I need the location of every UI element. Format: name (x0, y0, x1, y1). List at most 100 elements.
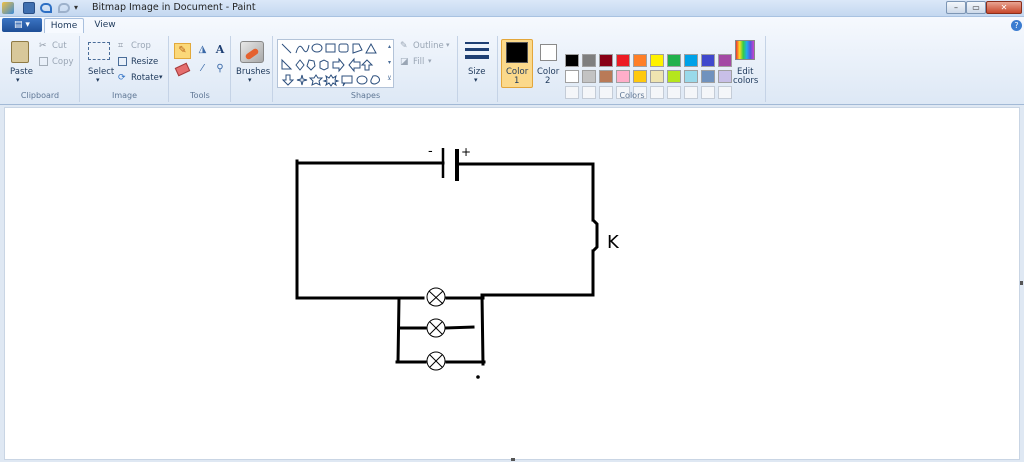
select-button-label[interactable]: Select (88, 67, 114, 77)
tools-group-label: Tools (190, 91, 210, 100)
copy-icon (39, 57, 48, 66)
color-swatch[interactable] (633, 54, 647, 67)
color-swatch[interactable] (684, 54, 698, 67)
edit-colors-label-2[interactable]: colors (733, 76, 758, 86)
canvas-resize-handle-right[interactable] (1020, 281, 1023, 285)
paint-menu-button[interactable]: ▤ ▾ (2, 18, 42, 32)
edit-colors-icon[interactable] (735, 40, 755, 60)
color-swatch[interactable] (650, 70, 664, 83)
colors-group-label: Colors (619, 91, 645, 100)
paste-button-label[interactable]: Paste (10, 67, 33, 77)
close-button[interactable]: ✕ (986, 1, 1022, 14)
color-swatch[interactable] (718, 70, 732, 83)
color-swatch[interactable] (633, 70, 647, 83)
size-icon[interactable] (465, 40, 489, 64)
outline-dropdown-icon[interactable]: ▾ (446, 41, 450, 49)
outline-button[interactable]: Outline (413, 41, 444, 51)
crop-icon: ⌗ (118, 41, 124, 51)
text-icon[interactable]: A (212, 43, 228, 59)
paste-dropdown-icon[interactable]: ▾ (16, 76, 20, 84)
color-swatch[interactable] (616, 54, 630, 67)
help-icon[interactable]: ? (1011, 20, 1022, 31)
rotate-button[interactable]: Rotate (131, 73, 159, 83)
tab-home[interactable]: Home (44, 18, 84, 33)
color-swatch[interactable] (701, 54, 715, 67)
tab-view[interactable]: View (86, 18, 124, 33)
image-group-label: Image (111, 91, 138, 100)
shapes-expand-icon[interactable]: ⊻ (385, 71, 394, 87)
outline-icon: ✎ (400, 41, 408, 51)
shapes-scroll-down-icon[interactable]: ▾ (385, 55, 394, 71)
size-dropdown-icon[interactable]: ▾ (474, 76, 478, 84)
crop-button[interactable]: Crop (131, 41, 151, 51)
brushes-button-label[interactable]: Brushes (236, 67, 270, 77)
color-swatch[interactable] (667, 54, 681, 67)
color-swatch[interactable] (582, 70, 596, 83)
minimize-button[interactable]: – (946, 1, 966, 14)
circuit-left-top-wire (295, 159, 402, 300)
circuit-drawing: - + K (295, 144, 620, 379)
pencil-icon[interactable]: ✎ (174, 43, 191, 59)
brushes-dropdown-icon[interactable]: ▾ (248, 76, 252, 84)
color-swatch[interactable] (599, 54, 613, 67)
window-title: Bitmap Image in Document - Paint (92, 2, 256, 13)
cut-icon: ✂ (39, 41, 47, 51)
color2-number: 2 (545, 76, 551, 86)
battery-minus-label: - (428, 144, 433, 159)
rotate-icon: ⟳ (118, 73, 126, 83)
rotate-dropdown-icon[interactable]: ▾ (159, 73, 163, 81)
undo-icon[interactable] (40, 3, 52, 13)
circuit-dot (476, 375, 480, 379)
color-swatch[interactable] (565, 70, 579, 83)
canvas-workspace: - + K (0, 105, 1024, 462)
color2-swatch[interactable] (540, 44, 557, 61)
color-swatch[interactable] (599, 70, 613, 83)
select-icon[interactable] (88, 42, 110, 60)
circuit-right-wire (481, 249, 595, 297)
title-bar: ▾ Bitmap Image in Document - Paint – ▭ ✕ (0, 0, 1024, 17)
redo-icon[interactable] (58, 3, 70, 13)
copy-button[interactable]: Copy (52, 57, 74, 67)
color-swatch[interactable] (565, 54, 579, 67)
shapes-gallery[interactable] (277, 39, 394, 88)
fill-icon: ◪ (400, 57, 409, 67)
color-swatch[interactable] (718, 54, 732, 67)
lamp-3 (426, 351, 446, 371)
shapes-scroll-up-icon[interactable]: ▴ (385, 39, 394, 55)
shapes-group-label: Shapes (350, 91, 381, 100)
color-swatch[interactable] (684, 70, 698, 83)
circuit-top-wire-right (455, 162, 595, 222)
canvas-resize-handle-bottom[interactable] (511, 458, 515, 461)
cut-button[interactable]: Cut (52, 41, 67, 51)
paste-icon[interactable] (11, 41, 29, 63)
color-swatch[interactable] (650, 54, 664, 67)
color-picker-icon[interactable]: ⁄ (194, 62, 211, 78)
color-swatch[interactable] (667, 70, 681, 83)
magnifier-icon[interactable]: ⚲ (212, 62, 228, 78)
lamp-right-rail (480, 293, 485, 366)
drawing-canvas[interactable]: - + K (4, 107, 1020, 460)
resize-icon (118, 57, 127, 66)
color-swatch[interactable] (616, 70, 630, 83)
color-swatch[interactable] (701, 70, 715, 83)
customize-quick-access-icon[interactable]: ▾ (74, 2, 82, 14)
fill-bucket-icon[interactable]: ◮ (194, 43, 211, 59)
color1-number: 1 (514, 76, 520, 86)
select-dropdown-icon[interactable]: ▾ (96, 76, 100, 84)
maximize-button[interactable]: ▭ (966, 1, 986, 14)
fill-dropdown-icon[interactable]: ▾ (428, 57, 432, 65)
ribbon: ▤ ▾ Home View ? Paste ▾ ✂ Cut Copy Clipb… (0, 17, 1024, 105)
fill-button[interactable]: Fill (413, 57, 424, 67)
lamp-left-rail (396, 296, 401, 364)
resize-button[interactable]: Resize (131, 57, 158, 67)
battery-plus-label: + (461, 145, 471, 159)
color1-swatch (506, 42, 528, 63)
switch-k (591, 218, 599, 253)
lamp-1 (426, 287, 446, 307)
color-swatch[interactable] (582, 54, 596, 67)
clipboard-group-label: Clipboard (20, 91, 60, 100)
lamp-2 (426, 318, 446, 338)
save-icon[interactable] (23, 2, 35, 14)
paint-app-icon[interactable] (2, 2, 14, 14)
switch-label: K (607, 232, 620, 253)
